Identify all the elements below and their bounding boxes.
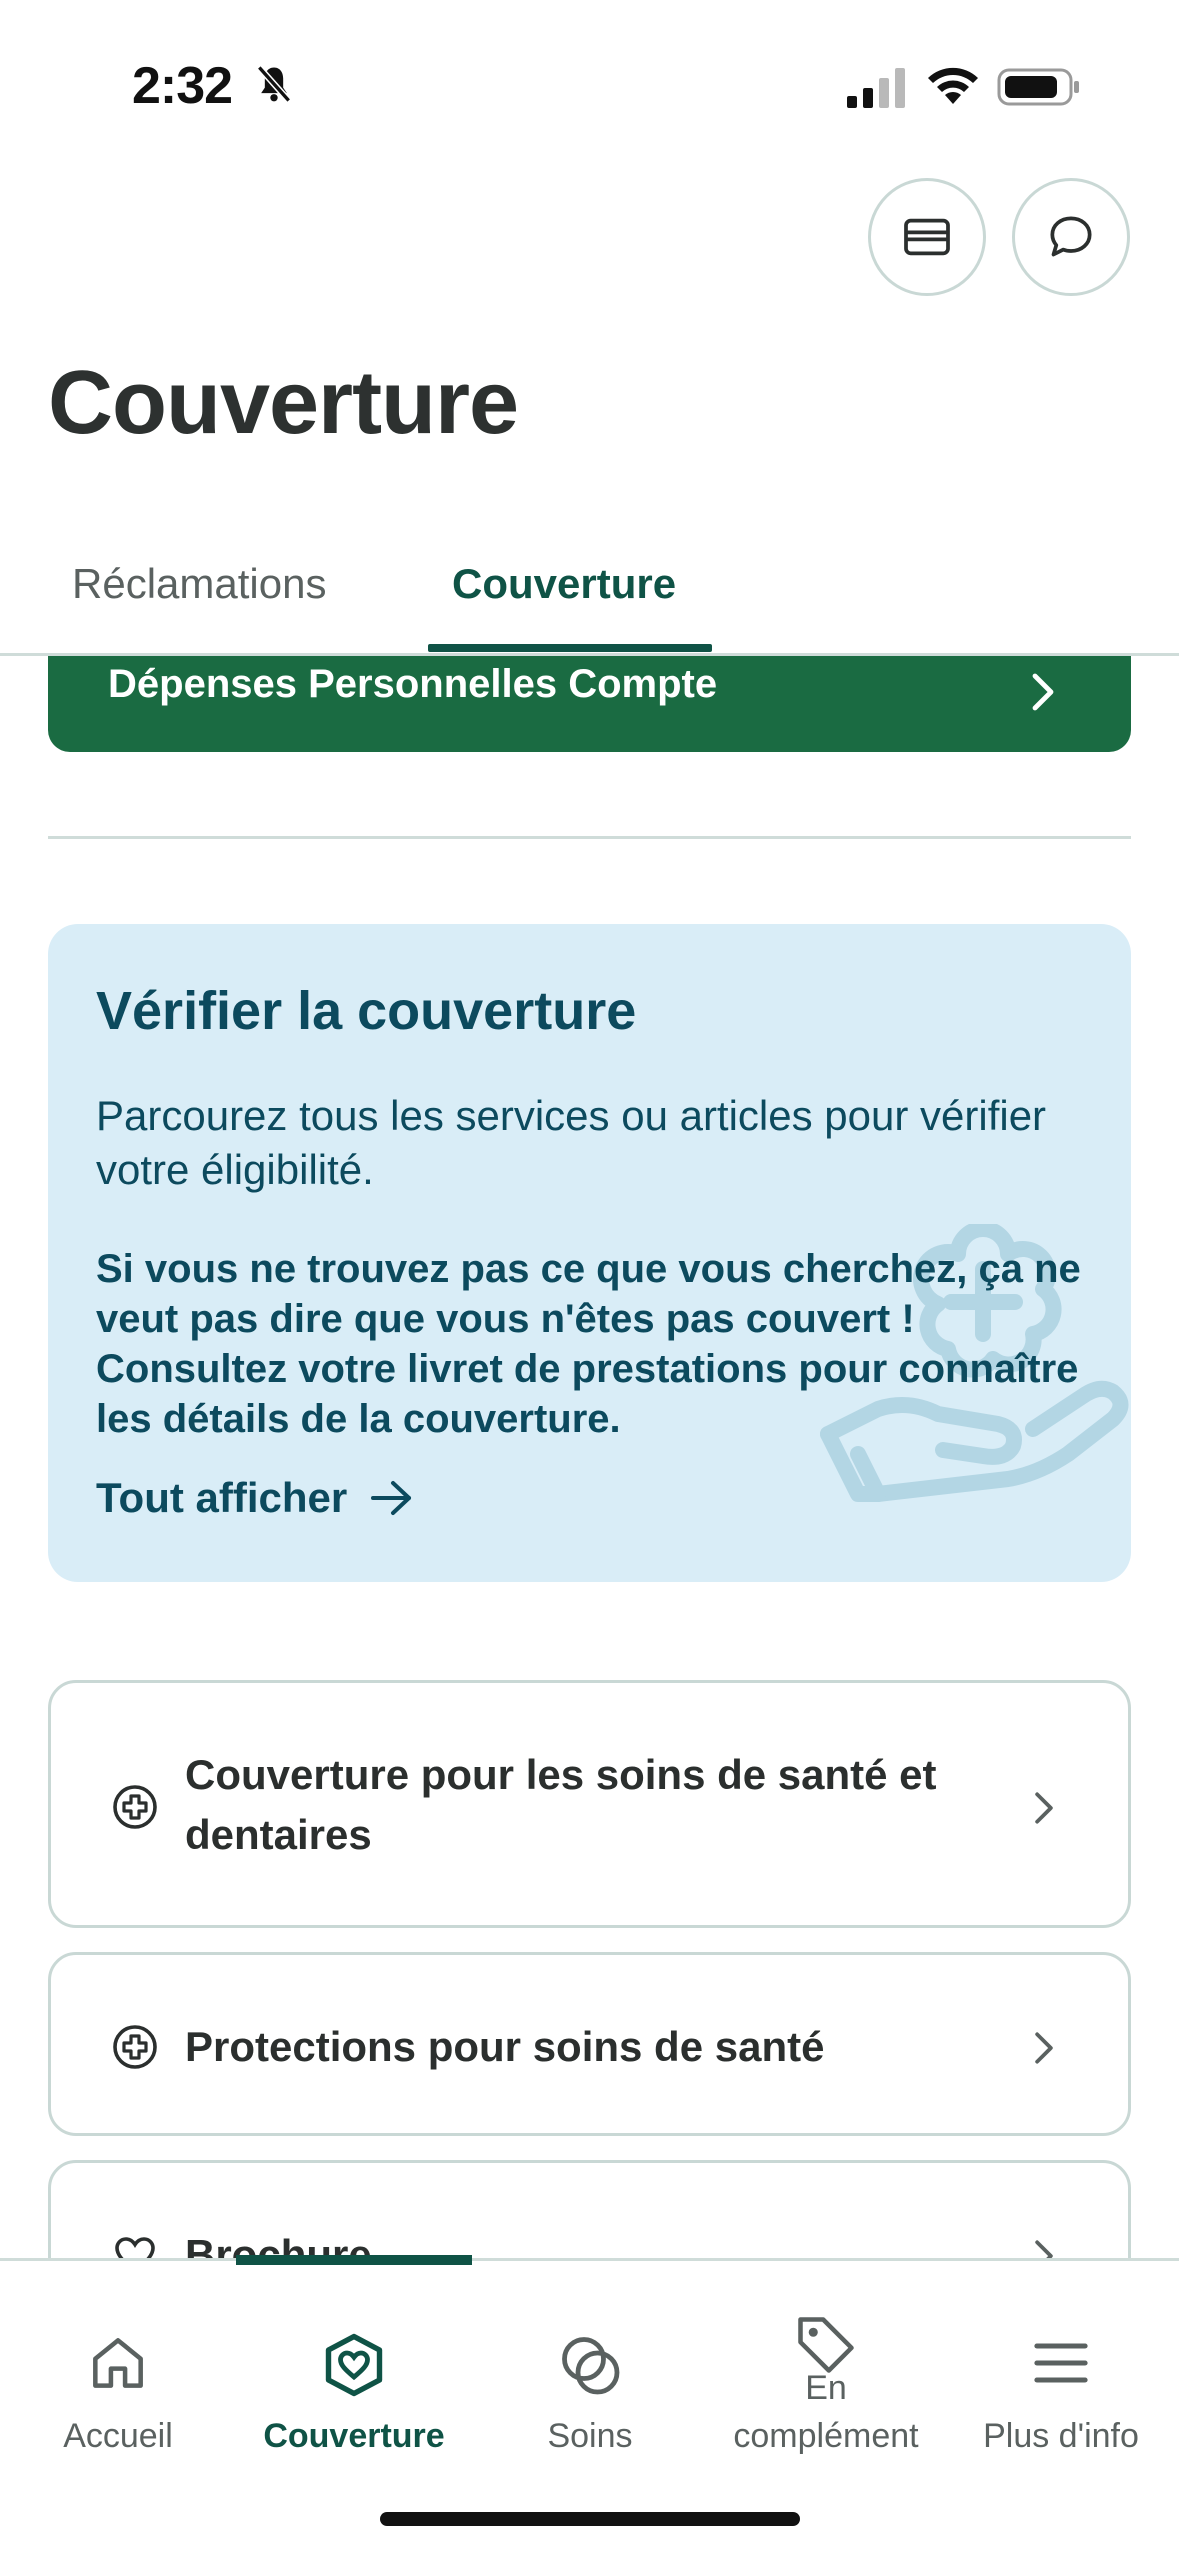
list-item-label: Brochure (185, 2231, 372, 2258)
nav-item-couverture[interactable]: Couverture (236, 2261, 472, 2461)
status-bar: 2:32 (0, 0, 1179, 175)
show-all-link[interactable]: Tout afficher (96, 1474, 415, 1522)
list-item-label: Protections pour soins de santé (185, 2023, 825, 2070)
chevron-right-icon (1035, 2240, 1053, 2258)
check-coverage-title: Vérifier la couverture (96, 981, 637, 1041)
scroll-content[interactable]: Dépenses Personnelles Compte Vérifier la… (0, 656, 1179, 2258)
nav-item-plus-info[interactable]: Plus d'info (943, 2261, 1179, 2461)
chat-button[interactable] (1012, 178, 1130, 296)
nav-label: Accueil (63, 2417, 173, 2455)
wifi-icon (928, 67, 978, 104)
list-item-health-dental-coverage[interactable]: Couverture pour les soins de santé et de… (48, 1680, 1131, 1928)
expense-account-label: Dépenses Personnelles Compte (108, 662, 718, 706)
nav-label-line1: En (805, 2369, 847, 2407)
chat-icon (1050, 216, 1092, 257)
circles-icon (562, 2337, 620, 2395)
check-coverage-card: Vérifier la couverture Parcourez tous le… (48, 924, 1131, 1582)
list-item-health-protections[interactable]: Protections pour soins de santé (48, 1952, 1131, 2136)
list-item-label: Couverture pour les soins de santé et de… (185, 1751, 937, 1858)
home-icon (93, 2338, 143, 2388)
tab-bar: Réclamations Couverture (0, 540, 1179, 656)
tab-active-indicator (428, 644, 712, 652)
cell-signal-icon (847, 68, 905, 108)
plus-circle-icon (113, 1785, 157, 1829)
nav-item-en-complement[interactable]: En complément (708, 2261, 944, 2461)
section-divider (48, 836, 1131, 839)
page-title: Couverture (48, 353, 519, 453)
chevron-right-icon (1035, 1792, 1053, 1824)
bell-muted-icon (256, 65, 292, 103)
tab-reclamations[interactable]: Réclamations (72, 560, 326, 608)
nav-item-soins[interactable]: Soins (472, 2261, 708, 2461)
battery-icon (997, 68, 1079, 106)
chevron-right-icon (1032, 673, 1054, 711)
nav-label: Soins (547, 2417, 633, 2455)
heart-icon (115, 2237, 155, 2258)
status-time: 2:32 (132, 57, 233, 115)
list-item-brochure[interactable]: Brochure (48, 2160, 1131, 2258)
wallet-button[interactable] (868, 178, 986, 296)
heart-shield-icon (325, 2333, 383, 2397)
tab-couverture[interactable]: Couverture (452, 560, 676, 608)
nav-label-line2: complément (733, 2417, 919, 2455)
home-indicator (380, 2512, 800, 2526)
menu-icon (1034, 2343, 1088, 2383)
show-all-label: Tout afficher (96, 1474, 348, 1521)
chevron-right-icon (1035, 2032, 1053, 2064)
wallet-icon (904, 218, 950, 256)
check-coverage-body: Parcourez tous les services ou articles … (96, 1092, 1047, 1193)
nav-label: Plus d'info (983, 2417, 1139, 2455)
check-coverage-note: Si vous ne trouvez pas ce que vous cherc… (96, 1247, 1081, 1441)
nav-label: Couverture (263, 2417, 445, 2455)
expense-account-card[interactable]: Dépenses Personnelles Compte (48, 656, 1131, 752)
nav-item-accueil[interactable]: Accueil (0, 2261, 236, 2461)
plus-circle-icon (113, 2025, 157, 2069)
arrow-right-icon (371, 1481, 412, 1515)
